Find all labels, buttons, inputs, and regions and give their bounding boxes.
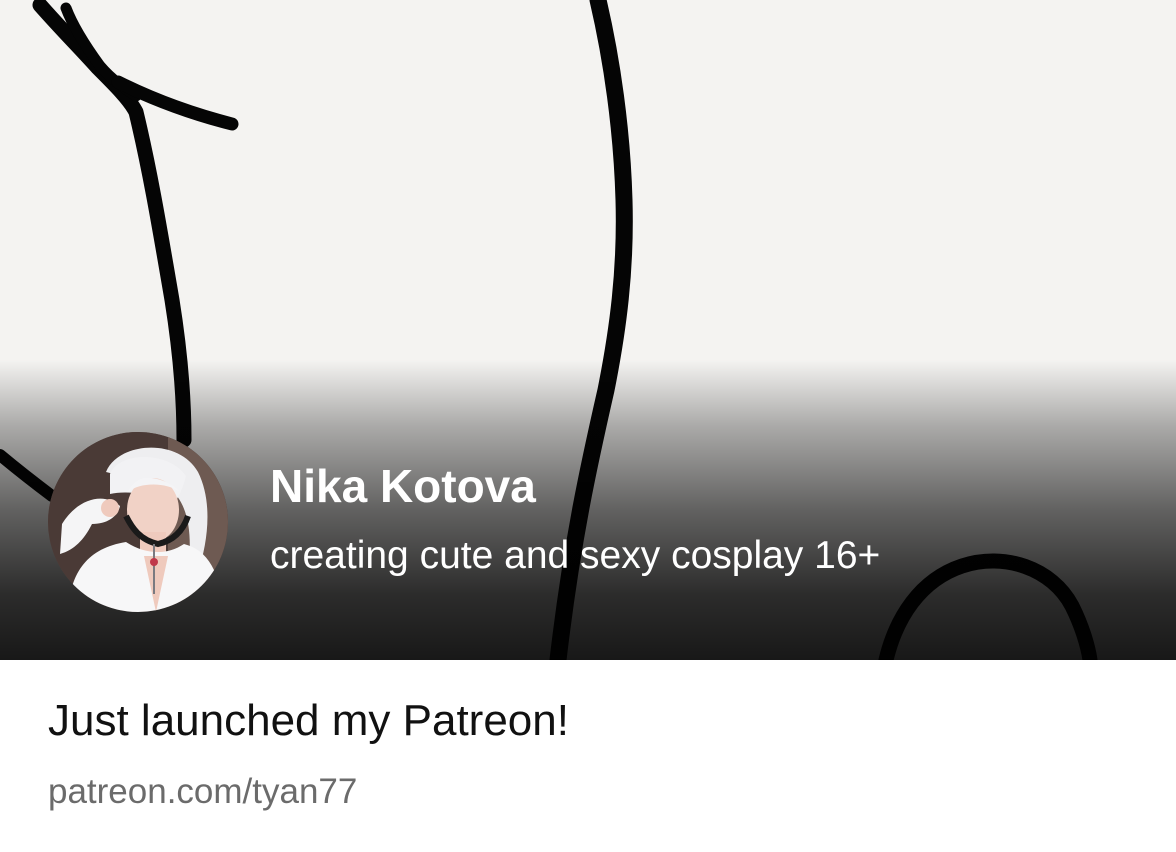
creator-tagline: creating cute and sexy cosplay 16+ [270,534,881,577]
creator-avatar[interactable] [48,432,228,612]
post-link[interactable]: patreon.com/tyan77 [48,770,357,814]
share-card[interactable]: Nika Kotova creating cute and sexy cospl… [0,0,1176,852]
creator-profile-photo-icon [48,432,228,612]
post-title[interactable]: Just launched my Patreon! [48,694,569,748]
creator-name[interactable]: Nika Kotova [270,458,536,514]
